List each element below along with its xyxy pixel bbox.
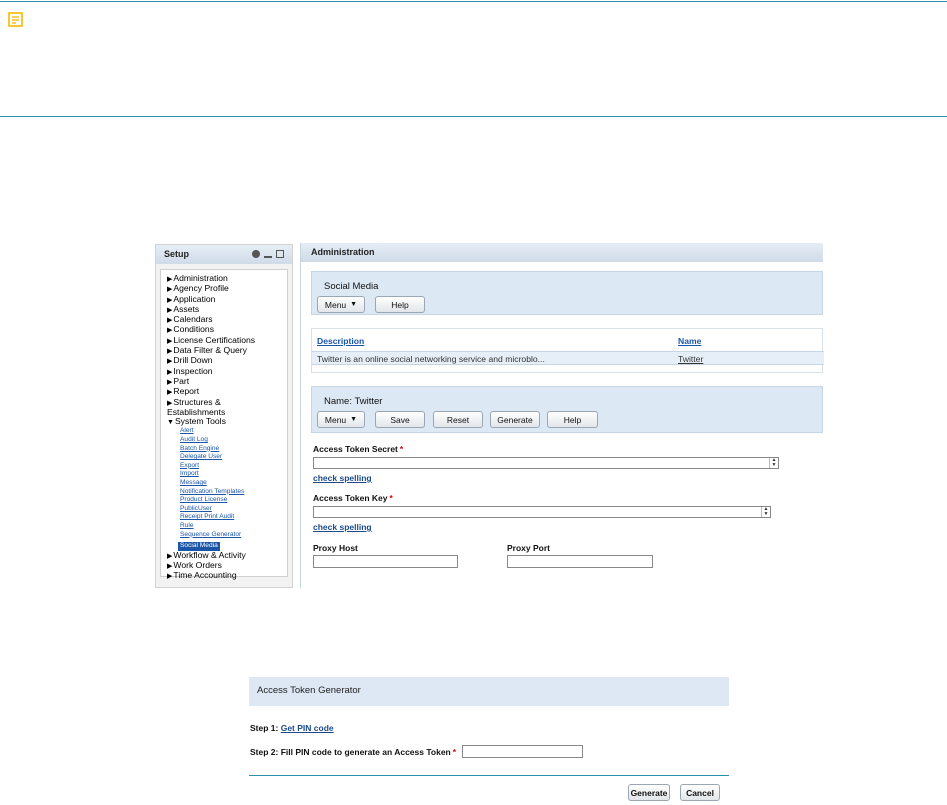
maximize-icon[interactable] — [276, 250, 284, 258]
save-button[interactable]: Save — [375, 411, 425, 428]
tree-subitem-audit-log[interactable]: Audit Log — [167, 436, 287, 445]
minimize-icon[interactable] — [264, 250, 272, 258]
step1-text: Step 1: Get PIN code — [250, 723, 334, 733]
proxy-port-input[interactable] — [507, 555, 653, 568]
required-marker: * — [452, 747, 457, 757]
triangle-right-icon: ▶ — [167, 348, 173, 356]
tree-subitem-sequence-generator[interactable]: Sequence Generator — [167, 531, 287, 540]
detail-menu-button[interactable]: Menu ▼ — [317, 411, 365, 428]
triangle-right-icon: ▶ — [167, 337, 173, 345]
tree-item-time-accounting[interactable]: ▶Time Accounting — [167, 571, 287, 581]
note-box — [0, 1, 947, 117]
social-media-title: Social Media — [324, 281, 379, 292]
pin-code-input[interactable] — [462, 745, 583, 758]
generator-generate-button[interactable]: Generate — [628, 784, 670, 801]
tree-subitem-product-license[interactable]: Product License — [167, 496, 287, 505]
triangle-right-icon: ▶ — [167, 563, 173, 571]
triangle-right-icon: ▶ — [167, 358, 173, 366]
administration-panel: Administration Social Media Menu ▼ Help D… — [300, 243, 824, 588]
setup-panel-title: Setup — [164, 249, 190, 259]
proxy-host-input[interactable] — [313, 555, 458, 568]
triangle-right-icon: ▶ — [167, 389, 173, 397]
tree-subitem-message[interactable]: Message — [167, 479, 287, 488]
required-marker: * — [389, 493, 393, 503]
triangle-right-icon: ▶ — [167, 399, 173, 407]
access-token-key-input[interactable]: ▲ ▼ — [313, 506, 771, 518]
tree-subitem-import[interactable]: Import — [167, 470, 287, 479]
tree-item-system-tools[interactable]: ▼System Tools — [167, 417, 287, 427]
tree-subitem-publicuser[interactable]: PublicUser — [167, 505, 287, 514]
chevron-down-icon: ▼ — [350, 301, 358, 308]
social-media-help-button[interactable]: Help — [375, 296, 425, 313]
triangle-right-icon: ▶ — [167, 296, 173, 304]
triangle-right-icon: ▶ — [167, 306, 173, 314]
grid-cell-description: Twitter is an online social networking s… — [317, 354, 545, 364]
table-row[interactable]: Twitter is an online social networking s… — [312, 351, 824, 365]
setup-tree: ▶Administration ▶Agency Profile ▶Applica… — [160, 269, 288, 580]
setup-panel-header: Setup — [156, 245, 292, 264]
tree-subitem-receipt-print-audit[interactable]: Receipt Print Audit — [167, 513, 287, 522]
required-marker: * — [399, 444, 404, 454]
note-icon — [8, 12, 23, 27]
spinner-icon[interactable]: ▲ ▼ — [761, 507, 770, 517]
triangle-right-icon: ▶ — [167, 552, 173, 560]
triangle-right-icon: ▶ — [167, 573, 173, 581]
get-pin-code-link[interactable]: Get PIN code — [281, 723, 334, 733]
access-token-key-label: Access Token Key * — [313, 493, 393, 503]
check-spelling-link[interactable]: check spelling — [313, 473, 372, 483]
social-media-menu-button[interactable]: Menu ▼ — [317, 296, 365, 313]
divider — [249, 775, 729, 776]
access-token-generator-header: Access Token Generator — [249, 677, 729, 706]
generate-button[interactable]: Generate — [490, 411, 540, 428]
proxy-port-label: Proxy Port — [507, 543, 550, 553]
social-media-section: Social Media Menu ▼ Help — [311, 271, 823, 315]
detail-help-button[interactable]: Help — [547, 411, 598, 428]
detail-section: Name: Twitter Menu ▼ Save Reset Generate … — [311, 386, 823, 433]
tree-subitem-batch-engine[interactable]: Batch Engine — [167, 445, 287, 454]
tree-subitem-delegate-user[interactable]: Delegate User — [167, 453, 287, 462]
setup-panel: Setup ▶Administration ▶Agency Profile ▶A… — [155, 244, 293, 588]
chevron-down-icon: ▼ — [350, 416, 358, 423]
step2-label: Step 2: Fill PIN code to generate an Acc… — [250, 747, 457, 757]
proxy-host-label: Proxy Host — [313, 543, 358, 553]
spinner-icon[interactable]: ▲ ▼ — [769, 458, 778, 468]
tree-item-structures-establishments[interactable]: ▶Structures & Establishments — [167, 397, 277, 418]
grid-cell-name[interactable]: Twitter — [678, 354, 703, 364]
triangle-right-icon: ▶ — [167, 378, 173, 386]
grid-col-description[interactable]: Description — [317, 336, 364, 346]
triangle-right-icon: ▶ — [167, 276, 173, 283]
triangle-right-icon: ▶ — [167, 317, 173, 325]
administration-header: Administration — [301, 243, 823, 262]
generator-cancel-button[interactable]: Cancel — [680, 784, 720, 801]
setup-panel-tools — [252, 250, 284, 258]
reset-button[interactable]: Reset — [433, 411, 483, 428]
grid-header: Description Name — [312, 329, 824, 351]
triangle-right-icon: ▶ — [167, 368, 173, 376]
triangle-right-icon: ▶ — [167, 286, 173, 294]
access-token-secret-label: Access Token Secret * — [313, 444, 404, 454]
tree-subitem-export[interactable]: Export — [167, 462, 287, 471]
tree-subitem-notification-templates[interactable]: Notification Templates — [167, 488, 287, 497]
triangle-down-icon: ▼ — [167, 419, 174, 427]
gear-icon[interactable] — [252, 250, 260, 258]
tree-subitem-rule[interactable]: Rule — [167, 522, 287, 531]
social-media-grid: Description Name Twitter is an online so… — [311, 328, 824, 373]
triangle-right-icon: ▶ — [167, 327, 173, 335]
detail-title: Name: Twitter — [324, 396, 383, 407]
check-spelling-link[interactable]: check spelling — [313, 522, 372, 532]
access-token-secret-input[interactable]: ▲ ▼ — [313, 457, 779, 469]
grid-col-name[interactable]: Name — [678, 336, 701, 346]
tree-subitem-alert[interactable]: Alert — [167, 427, 287, 436]
